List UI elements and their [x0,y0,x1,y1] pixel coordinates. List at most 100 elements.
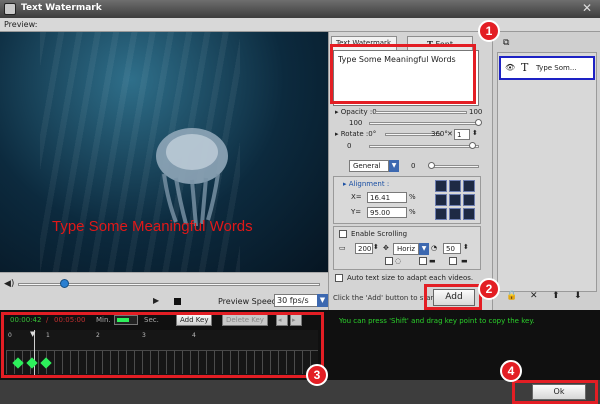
callout-box-2 [424,284,482,310]
clock-icon: ◔ [431,244,438,252]
chevron-down-icon[interactable]: ▼ [419,243,429,255]
rotate-slider-handle[interactable] [469,142,476,149]
layer-list [497,52,597,292]
callout-badge-3: 3 [306,364,328,386]
scroll-speed-input[interactable]: 200 [355,243,373,254]
spinner-icon[interactable]: ⬍ [463,243,469,251]
callout-badge-1: 1 [478,20,500,42]
circle-icon: ◌ [395,257,402,265]
option-checkbox-3[interactable] [449,257,457,265]
close-icon[interactable]: ✕ [582,1,592,15]
opacity-slider-handle[interactable] [475,119,482,126]
spinner-icon[interactable]: ⬍ [472,129,478,137]
lock-icon[interactable]: 🔒 [506,291,517,301]
watermark-text[interactable]: Type Some Meaningful Words [52,218,253,235]
y-input[interactable]: 95.00 [367,207,407,218]
direction-icon: ✥ [383,244,389,252]
delete-icon[interactable]: ✕ [530,291,538,301]
scroll-direction-select[interactable]: Horiz [393,243,419,255]
callout-box-1 [330,44,476,104]
callout-box-4 [512,380,598,404]
mode-slider-handle[interactable] [428,162,435,169]
align-bottom-center[interactable] [449,208,461,220]
layer-name: Type Som... [536,64,577,72]
playback-controls: ◀) ▶ Preview Speed: 30 fps/s ▼ [0,272,328,310]
add-hint: Click the 'Add' button to start. [333,294,439,302]
list-item[interactable]: 👁 T Type Som... [499,56,595,80]
move-down-icon[interactable]: ⬇ [574,291,582,301]
volume-icon[interactable]: ◀) [4,279,14,289]
preview-speed-select[interactable]: 30 fps/s [274,294,318,307]
text-layer-icon: T [521,61,529,74]
align-bottom-right[interactable] [463,208,475,220]
copy-key-hint: You can press 'Shift' and drag key point… [339,317,535,325]
mode-slider[interactable] [429,165,479,168]
align-center[interactable] [449,194,461,206]
align-bottom-left[interactable] [435,208,447,220]
bar-icon: ▬ [461,257,468,265]
rotate-label: Rotate [340,130,364,138]
align-middle-right[interactable] [463,194,475,206]
mode-select[interactable]: General [349,160,389,172]
option-checkbox-1[interactable] [385,257,393,265]
rotate-max: 360° [431,130,448,138]
align-top-left[interactable] [435,180,447,192]
chevron-down-icon[interactable]: ▼ [389,160,399,172]
option-checkbox-2[interactable] [419,257,427,265]
x-input[interactable]: 16.41 [367,192,407,203]
layers-icon: ⧉ [503,38,510,48]
spinner-icon[interactable]: ⬍ [373,243,379,251]
alignment-label-text: Alignment : [348,180,390,188]
preview-speed-label: Preview Speed: [218,297,280,306]
auto-size-label: Auto text size to adapt each videos. [347,274,474,282]
stop-icon[interactable] [174,298,181,305]
mode-value: 0 [411,162,416,170]
y-percent: % [409,208,416,216]
footer-bar [0,380,600,404]
opacity-max: 100 [469,108,483,116]
seek-handle[interactable] [60,279,69,288]
rotate-slider[interactable] [369,145,479,148]
opacity-top-slider[interactable] [375,111,467,114]
layer-toolbar: 🔒 ✕ ⬆ ⬇ [504,291,592,305]
chevron-down-icon[interactable]: ▼ [317,294,328,307]
close-icon[interactable]: ✕ [447,130,453,138]
play-small-icon: ▸ [335,108,339,116]
window-title: Text Watermark [21,3,102,13]
callout-badge-4: 4 [500,360,522,382]
play-small-icon: ▸ [335,130,339,138]
x-label: X= [351,193,362,201]
app-icon [4,3,16,15]
alignment-label: ▸ Alignment : [343,180,390,188]
eye-icon[interactable]: 👁 [505,63,515,72]
enable-scrolling-checkbox[interactable] [339,230,347,238]
align-middle-left[interactable] [435,194,447,206]
play-icon[interactable]: ▶ [153,296,159,305]
video-preview: Type Some Meaningful Words [0,32,328,272]
enable-scrolling-label: Enable Scrolling [351,230,408,238]
jellyfish-image [156,128,228,226]
preview-label: Preview: [4,20,38,29]
opacity-row: ▸ Opacity :0 [335,108,377,116]
opacity-value: 100 [349,119,363,127]
callout-box-3 [1,312,324,378]
move-up-icon[interactable]: ⬆ [552,291,560,301]
rotate-value: 0 [347,142,352,150]
scroll-amount-input[interactable]: 50 [443,243,461,254]
alignment-grid [435,180,475,220]
auto-size-checkbox[interactable] [335,274,343,282]
callout-badge-2: 2 [478,278,500,300]
align-top-right[interactable] [463,180,475,192]
opacity-label: Opacity [340,108,368,116]
opacity-slider[interactable] [369,122,479,125]
title-bar: Text Watermark ✕ [0,0,600,18]
rotate-row: ▸ Rotate :0° [335,130,377,138]
align-top-center[interactable] [449,180,461,192]
y-label: Y= [351,208,362,216]
gradient-icon: ▬ [429,257,436,265]
preview-header: Preview: [0,18,600,32]
rotate-min: 0° [368,130,377,138]
x-percent: % [409,193,416,201]
speed-icon: ▭ [339,244,346,252]
rotate-step-input[interactable]: 1 [454,129,470,140]
